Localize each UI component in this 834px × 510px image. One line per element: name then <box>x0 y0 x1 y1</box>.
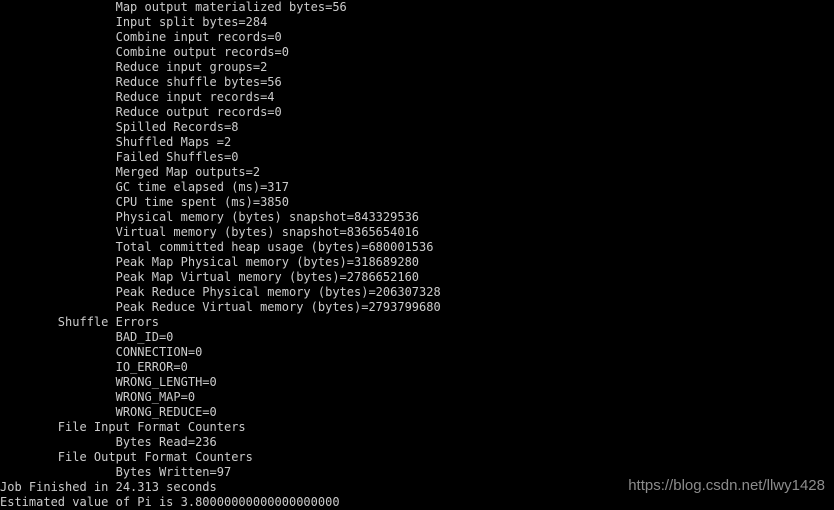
terminal-window: Map output materialized bytes=56 Input s… <box>0 0 834 510</box>
console-line: Virtual memory (bytes) snapshot=83656540… <box>0 225 420 239</box>
console-line: BAD_ID=0 <box>0 330 174 344</box>
console-line: CONNECTION=0 <box>0 345 203 359</box>
console-line: Merged Map outputs=2 <box>0 165 261 179</box>
console-line: Reduce input records=4 <box>0 90 275 104</box>
console-line: Reduce output records=0 <box>0 105 282 119</box>
console-line: Shuffled Maps =2 <box>0 135 232 149</box>
console-line: WRONG_REDUCE=0 <box>0 405 217 419</box>
console-line: Peak Reduce Virtual memory (bytes)=27937… <box>0 300 441 314</box>
console-line: Map output materialized bytes=56 <box>0 0 347 14</box>
console-line: WRONG_MAP=0 <box>0 390 196 404</box>
watermark-url: https://blog.csdn.net/llwy1428 <box>628 477 825 494</box>
console-line: File Input Format Counters <box>0 420 246 434</box>
console-line: Bytes Read=236 <box>0 435 217 449</box>
console-line: CPU time spent (ms)=3850 <box>0 195 289 209</box>
console-line: Peak Map Virtual memory (bytes)=27866521… <box>0 270 420 284</box>
console-line: Reduce shuffle bytes=56 <box>0 75 282 89</box>
console-line: Physical memory (bytes) snapshot=8433295… <box>0 210 420 224</box>
console-line: Reduce input groups=2 <box>0 60 268 74</box>
console-line: Peak Map Physical memory (bytes)=3186892… <box>0 255 420 269</box>
console-line: Combine output records=0 <box>0 45 289 59</box>
console-line: File Output Format Counters <box>0 450 253 464</box>
console-line: Combine input records=0 <box>0 30 282 44</box>
console-line: Failed Shuffles=0 <box>0 150 239 164</box>
console-line: GC time elapsed (ms)=317 <box>0 180 289 194</box>
console-line: Spilled Records=8 <box>0 120 239 134</box>
console-output: Map output materialized bytes=56 Input s… <box>0 0 834 510</box>
console-line: Shuffle Errors <box>0 315 159 329</box>
console-line: IO_ERROR=0 <box>0 360 188 374</box>
console-line: Input split bytes=284 <box>0 15 268 29</box>
console-line: WRONG_LENGTH=0 <box>0 375 217 389</box>
console-line: Peak Reduce Physical memory (bytes)=2063… <box>0 285 441 299</box>
console-line: Estimated value of Pi is 3.8000000000000… <box>0 495 340 509</box>
console-line: Total committed heap usage (bytes)=68000… <box>0 240 434 254</box>
